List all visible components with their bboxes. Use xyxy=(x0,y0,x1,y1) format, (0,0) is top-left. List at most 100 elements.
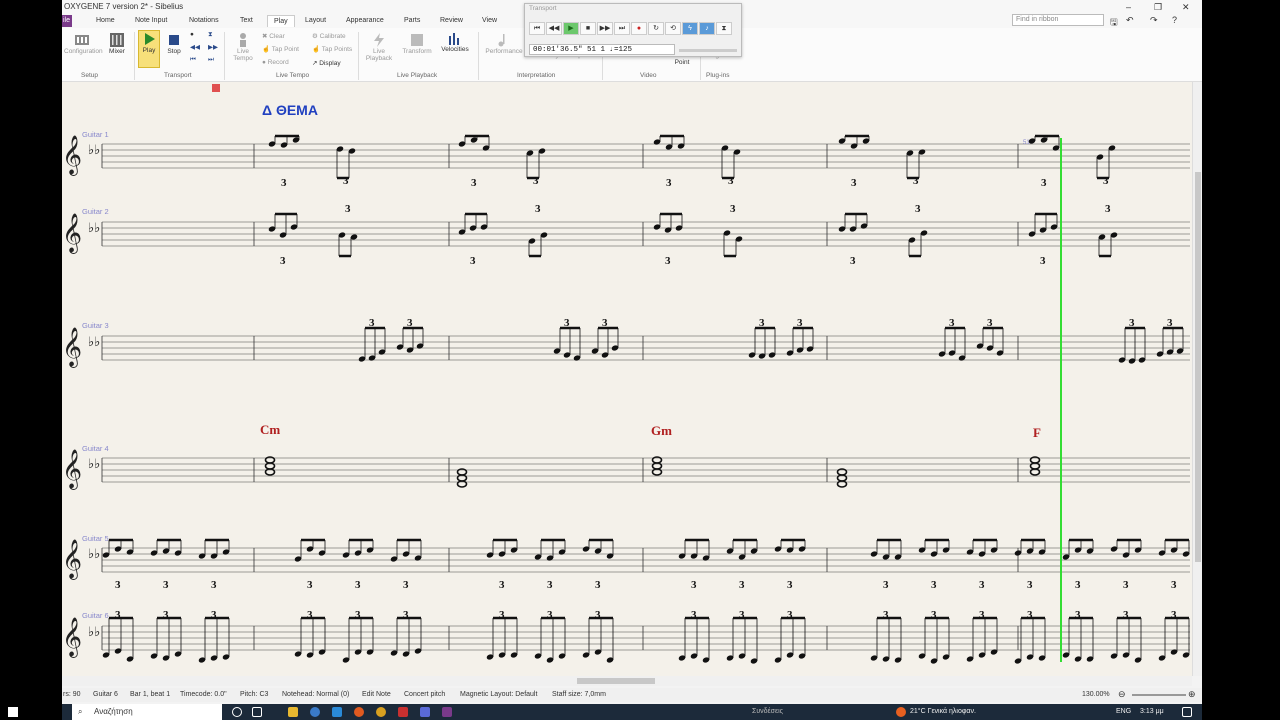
record-icon[interactable]: ● xyxy=(631,22,647,35)
live-tempo-icon[interactable]: ⟲ xyxy=(665,22,681,35)
play-icon[interactable]: ▶ xyxy=(563,22,579,35)
tab-home[interactable]: Home xyxy=(96,17,115,24)
play-button[interactable]: Play xyxy=(138,30,160,68)
staves xyxy=(101,143,1190,651)
tuplet-number: 3 xyxy=(1027,579,1033,591)
tab-parts[interactable]: Parts xyxy=(404,17,420,24)
tab-appearance[interactable]: Appearance xyxy=(346,17,384,24)
go-to-end-icon[interactable]: ⏭ xyxy=(614,22,630,35)
notifications-icon[interactable] xyxy=(1182,707,1192,717)
instrument-name[interactable]: Guitar 3 xyxy=(82,321,109,330)
language-indicator[interactable]: ENG xyxy=(1116,708,1131,715)
status-magnetic-layout: Magnetic Layout: Default xyxy=(460,691,538,698)
redo-icon[interactable]: ↷ xyxy=(1150,15,1158,26)
click-icon[interactable]: ♪ xyxy=(699,22,715,35)
rewind-icon[interactable]: ◀◀ xyxy=(190,43,200,51)
chrome-icon[interactable] xyxy=(376,707,386,717)
tap-point-button[interactable]: ☝ Tap Point xyxy=(262,45,299,53)
transport-window: Transport ⏮ ◀◀ ▶ ■ ▶▶ ⏭ ● ↻ ⟲ ϟ ♪ ⧗ 00:0… xyxy=(524,3,742,57)
clock[interactable]: 3:13 μμ xyxy=(1140,708,1164,715)
instrument-name[interactable]: Guitar 4 xyxy=(82,444,109,453)
help-icon[interactable]: ? xyxy=(1172,15,1177,25)
firefox-icon[interactable] xyxy=(354,707,364,717)
rehearsal-mark[interactable]: Δ ΘΕΜΑ xyxy=(262,102,318,118)
find-in-ribbon-input[interactable]: Find in ribbon xyxy=(1012,14,1104,26)
maximize-icon[interactable]: ❐ xyxy=(1154,2,1162,13)
vertical-scrollbar[interactable] xyxy=(1192,82,1202,676)
chord-symbol[interactable]: Gm xyxy=(651,423,672,438)
fast-forward-icon[interactable]: ▶▶ xyxy=(208,43,218,51)
tempo-slider[interactable] xyxy=(679,49,737,52)
browser-icon[interactable] xyxy=(310,707,320,717)
live-playback-icon[interactable]: ϟ xyxy=(682,22,698,35)
sibelius-icon[interactable] xyxy=(442,707,452,717)
tap-points-button[interactable]: ☝ Tap Points xyxy=(312,45,352,53)
chord-symbol[interactable]: F xyxy=(1033,425,1041,440)
status-bar: rs: 90 Guitar 6 Bar 1, beat 1 Timecode: … xyxy=(62,688,1202,702)
go-to-start-icon[interactable]: ⏮ xyxy=(529,22,545,35)
scroll-thumb[interactable] xyxy=(577,678,655,684)
live-playback-button[interactable]: Live Playback xyxy=(362,32,396,62)
app-icon[interactable] xyxy=(398,707,408,717)
tab-layout[interactable]: Layout xyxy=(305,17,326,24)
file-explorer-icon[interactable] xyxy=(288,707,298,717)
tuplet-number: 3 xyxy=(211,609,217,621)
zoom-slider[interactable] xyxy=(1132,694,1186,696)
record-tempo-button[interactable]: ● Record xyxy=(262,59,289,66)
calibrate-button[interactable]: ⚙ Calibrate xyxy=(312,32,346,40)
task-view-icon[interactable] xyxy=(252,707,262,717)
scroll-thumb[interactable] xyxy=(1195,172,1201,562)
score-canvas[interactable]: 𝄞 ♭♭ 𝄞 ♭♭ 𝄞 ♭♭ 𝄞 ♭♭ 𝄞 ♭♭ 𝄞 ♭♭ 3 3 3 3 3 3 3 3 3 3 3 3 3 3 3 3 3 3 3 3 3 3… xyxy=(62,82,1192,676)
mixer-icon xyxy=(110,33,124,47)
configuration-button[interactable]: Configuration xyxy=(64,32,103,55)
clear-button[interactable]: ✖ Clear xyxy=(262,32,285,40)
rewind-icon[interactable]: ◀◀ xyxy=(546,22,562,35)
stop-icon[interactable]: ■ xyxy=(580,22,596,35)
mixer-button[interactable]: Mixer xyxy=(104,32,130,55)
edge-icon[interactable] xyxy=(332,707,342,717)
minimize-icon[interactable]: – xyxy=(1126,2,1131,12)
fast-forward-icon[interactable]: ▶▶ xyxy=(597,22,613,35)
velocities-button[interactable]: Velocities xyxy=(438,30,472,53)
go-to-end-icon[interactable]: ⏭ xyxy=(208,56,214,64)
undo-icon[interactable]: ↶ xyxy=(1126,15,1134,26)
record-icon[interactable]: ● xyxy=(190,31,194,38)
tuplet-number: 3 xyxy=(931,609,937,621)
metronome-icon[interactable]: ⧗ xyxy=(716,22,732,35)
replay-icon[interactable]: ↻ xyxy=(648,22,664,35)
instrument-name[interactable]: Guitar 1 xyxy=(82,130,109,139)
taskbar-search[interactable]: ⌕ Αναζήτηση xyxy=(72,704,222,720)
weather[interactable]: 21°C Γενικά ηλιοφαν. xyxy=(910,708,976,715)
metronome-icon[interactable]: ⧗ xyxy=(208,31,213,39)
tab-note-input[interactable]: Note Input xyxy=(135,17,167,24)
horizontal-scrollbar[interactable] xyxy=(62,676,1192,686)
tab-play[interactable]: Play xyxy=(267,15,295,27)
windows-start-icon[interactable] xyxy=(8,707,18,717)
zoom-in-icon[interactable]: ⊕ xyxy=(1188,689,1196,700)
close-icon[interactable]: ✕ xyxy=(1182,2,1190,13)
instrument-name[interactable]: Guitar 6 xyxy=(82,611,109,620)
instrument-name[interactable]: Guitar 5 xyxy=(82,534,109,543)
app-root: OXYGENE 7 version 2* - Sibelius – ❐ ✕ il… xyxy=(0,0,1280,720)
status-concert-pitch[interactable]: Concert pitch xyxy=(404,691,445,698)
go-to-start-icon[interactable]: ⏮ xyxy=(190,56,196,64)
tuplet-number: 3 xyxy=(1027,609,1033,621)
zoom-out-icon[interactable]: ⊖ xyxy=(1118,689,1126,700)
tab-review[interactable]: Review xyxy=(440,17,463,24)
transform-button[interactable]: Transform xyxy=(400,32,434,55)
chord-symbol[interactable]: Cm xyxy=(260,422,280,437)
stop-button[interactable]: Stop xyxy=(164,32,184,55)
cortana-icon[interactable] xyxy=(232,707,242,717)
status-notehead: Notehead: Normal (0) xyxy=(282,691,350,698)
app-icon[interactable] xyxy=(420,707,430,717)
tab-text[interactable]: Text xyxy=(240,17,253,24)
group-label-plugins: Plug-ins xyxy=(706,72,730,79)
close-panel-icon[interactable] xyxy=(212,84,220,92)
instrument-name[interactable]: Guitar 2 xyxy=(82,207,109,216)
display-button[interactable]: ↗ Display xyxy=(312,59,341,67)
tab-view[interactable]: View xyxy=(482,17,497,24)
performance-button[interactable]: Performance xyxy=(482,32,526,55)
live-tempo-button[interactable]: Live Tempo xyxy=(228,32,258,62)
tab-notations[interactable]: Notations xyxy=(189,17,219,24)
tab-file[interactable]: ile xyxy=(62,15,72,27)
